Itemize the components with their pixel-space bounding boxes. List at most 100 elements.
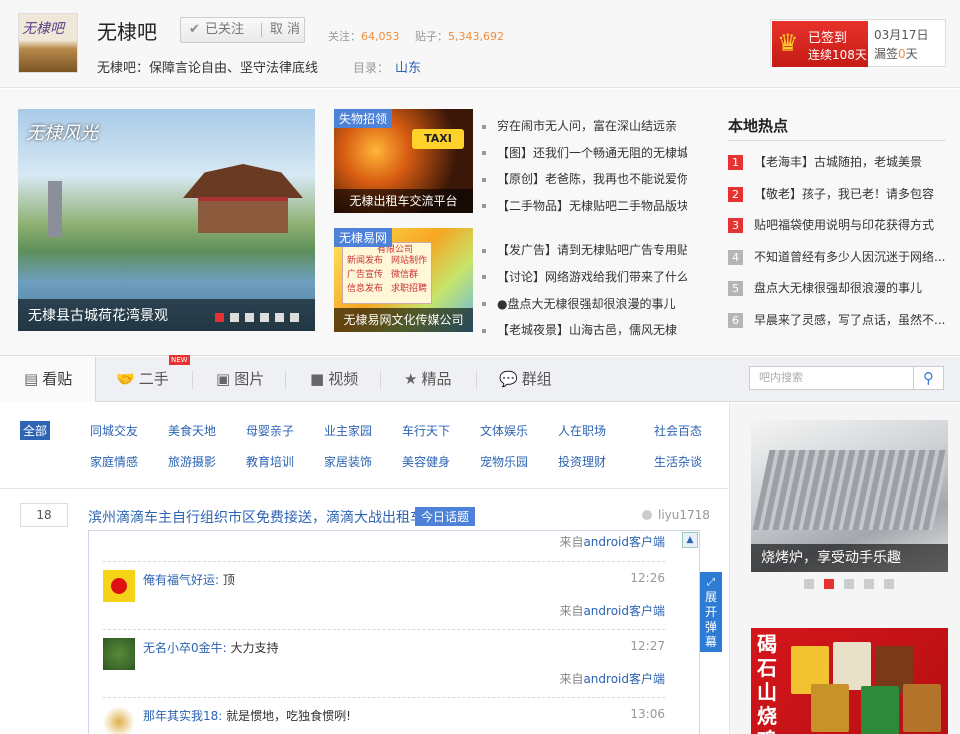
divider bbox=[103, 561, 665, 562]
search-input[interactable]: 吧内搜索 bbox=[749, 366, 914, 390]
avatar[interactable] bbox=[103, 638, 135, 670]
posts-stat: 贴子：5,343,692 bbox=[415, 30, 504, 43]
photo-slider[interactable]: 无棣风光 无棣县古城荷花湾景观 bbox=[18, 109, 315, 331]
category-item[interactable]: 家居装饰 bbox=[324, 453, 372, 470]
news-item[interactable]: 【图】还我们一个畅通无阻的无棣城 bbox=[482, 140, 687, 167]
tab-pictures[interactable]: ▣ 图片 bbox=[216, 357, 264, 402]
thread-author[interactable]: liyu1718 bbox=[642, 508, 710, 522]
category-item[interactable]: 旅游摄影 bbox=[168, 453, 216, 470]
news-item[interactable]: 【讨论】网络游戏给我们带来了什么 bbox=[482, 264, 687, 291]
thumb-tag: 无棣易网 bbox=[334, 228, 393, 247]
news-item[interactable]: 【原创】老爸陈，我再也不能说爱你 bbox=[482, 166, 687, 193]
news-item[interactable]: 穷在闹市无人问，富在深山结远亲 bbox=[482, 113, 687, 140]
thread-item: 18 滨州滴滴车主自行组织市区免费接送，滴滴大战出租车 今日话题 liyu171… bbox=[0, 490, 728, 734]
hot-item[interactable]: 5 盘点大无棣很强却很浪漫的事儿 bbox=[728, 273, 946, 305]
tab-groups[interactable]: 💬 群组 bbox=[499, 357, 552, 402]
tab-featured[interactable]: ★ 精品 bbox=[404, 357, 451, 402]
slider-caption-bar: 无棣县古城荷花湾景观 bbox=[18, 299, 315, 331]
category-item[interactable]: 美容健身 bbox=[402, 453, 450, 470]
divider bbox=[103, 697, 665, 698]
category-item[interactable]: 文体娱乐 bbox=[480, 422, 528, 439]
star-icon: ★ bbox=[404, 370, 418, 388]
hot-item[interactable]: 2 【敬老】孩子，我已老！请多包容 bbox=[728, 179, 946, 211]
hot-item[interactable]: 4 不知道曾经有多少人因沉迷于网络... bbox=[728, 242, 946, 274]
hot-title: 本地热点 bbox=[728, 115, 946, 141]
thumb-media[interactable]: 有限公司 新闻发布 网站制作 广告宣传 微信群 信息发布 求职招聘 无棣易网 无棣易网… bbox=[334, 228, 473, 332]
category-item[interactable]: 母婴亲子 bbox=[246, 422, 294, 439]
ad-caption[interactable]: 烧烤炉，享受动手乐趣 bbox=[751, 544, 948, 572]
thumb-caption[interactable]: 无棣出租车交流平台 bbox=[334, 189, 473, 213]
slider-dot[interactable] bbox=[275, 313, 284, 322]
slider-dot[interactable] bbox=[245, 313, 254, 322]
category-item[interactable]: 同城交友 bbox=[90, 422, 138, 439]
category-item[interactable]: 教育培训 bbox=[246, 453, 294, 470]
thread-title-link[interactable]: 滨州滴滴车主自行组织市区免费接送，滴滴大战出租车 bbox=[88, 507, 424, 527]
image-icon: ▣ bbox=[216, 370, 231, 388]
search-icon[interactable]: ⚲ bbox=[914, 366, 944, 390]
slider-dot[interactable] bbox=[215, 313, 224, 322]
news-item[interactable]: 【二手物品】无棣贴吧二手物品版块 bbox=[482, 193, 687, 220]
ad-bbq[interactable]: 烧烤炉，享受动手乐趣 bbox=[751, 420, 948, 572]
today-topic-badge[interactable]: 今日话题 bbox=[415, 507, 476, 526]
category-item[interactable]: 宠物乐园 bbox=[480, 453, 528, 470]
reply-time: 12:27 bbox=[630, 639, 665, 653]
tab-video[interactable]: ■ 视频 bbox=[310, 357, 358, 402]
ad-dot[interactable] bbox=[804, 579, 814, 589]
ad-dot[interactable] bbox=[884, 579, 894, 589]
reply-user[interactable]: 那年其实我18: bbox=[143, 709, 222, 723]
hot-item[interactable]: 1 【老海丰】古城随拍，老城美景 bbox=[728, 147, 946, 179]
news-item[interactable]: 【老城夜景】山海古邑，儒风无棣 bbox=[482, 317, 687, 344]
slider-dots bbox=[215, 311, 305, 325]
avatar[interactable] bbox=[103, 706, 135, 734]
category-item[interactable]: 生活杂谈 bbox=[654, 453, 702, 470]
directory: 目录： 山东 bbox=[353, 61, 422, 76]
ad-food[interactable]: 碣石山烧鸡 bbox=[751, 628, 948, 734]
category-item[interactable]: 业主家园 bbox=[324, 422, 372, 439]
expand-danmaku-button[interactable]: ⤢ 展开弹幕 bbox=[700, 572, 722, 652]
category-item[interactable]: 社会百态 bbox=[654, 422, 702, 439]
category-all[interactable]: 全部 bbox=[20, 421, 51, 440]
sign-status: 已签到 bbox=[808, 31, 848, 46]
tab-posts[interactable]: ▤ 看贴 bbox=[0, 357, 96, 402]
divider bbox=[192, 371, 193, 389]
thumb-caption[interactable]: 无棣易网文化传媒公司 bbox=[334, 308, 473, 332]
reply-user[interactable]: 俺有福气好运: bbox=[143, 573, 219, 587]
scroll-up-icon[interactable]: ▲ bbox=[682, 532, 698, 548]
slider-dot[interactable] bbox=[260, 313, 269, 322]
tab-secondhand[interactable]: 🤝 二手 bbox=[116, 357, 169, 402]
taxi-sign: TAXI bbox=[412, 129, 464, 149]
avatar[interactable] bbox=[103, 570, 135, 602]
sign-in-button[interactable]: ♛ 已签到 连续108天 bbox=[772, 21, 868, 67]
news-item[interactable]: ●盘点大无棣很强却很浪漫的事儿 bbox=[482, 291, 687, 318]
reply-stream[interactable]: ▲ 来自android客户端 俺有福气好运: 顶 12:26 来自android… bbox=[88, 530, 700, 734]
slider-caption[interactable]: 无棣县古城荷花湾景观 bbox=[28, 305, 168, 325]
reply-content: 那年其实我18: 就是惯地，吃独食惯咧! bbox=[143, 709, 351, 723]
tab-bar: ▤ 看贴 🤝 二手 NEW ▣ 图片 ■ 视频 ★ 精品 💬 群组 吧内搜索 ⚲ bbox=[0, 355, 960, 402]
forum-name[interactable]: 无棣吧 bbox=[97, 16, 157, 45]
package-shape bbox=[811, 684, 849, 732]
hot-item[interactable]: 6 早晨来了灵感，写了点话，虽然不... bbox=[728, 305, 946, 337]
category-item[interactable]: 家庭情感 bbox=[90, 453, 138, 470]
forum-logo[interactable]: 无棣吧 bbox=[18, 13, 78, 73]
slider-dot[interactable] bbox=[290, 313, 299, 322]
handshake-icon: 🤝 bbox=[116, 370, 135, 388]
forum-slogan: 无棣吧：保障言论自由、坚守法律底线 bbox=[97, 61, 319, 76]
ad-dot[interactable] bbox=[864, 579, 874, 589]
category-item[interactable]: 美食天地 bbox=[168, 422, 216, 439]
news-item[interactable]: 【发广告】请到无棣贴吧广告专用贴 bbox=[482, 237, 687, 264]
category-item[interactable]: 人在职场 bbox=[558, 422, 606, 439]
ad-dot[interactable] bbox=[824, 579, 834, 589]
unfollow-button[interactable]: 取 消 bbox=[265, 18, 305, 42]
category-item[interactable]: 投资理财 bbox=[558, 453, 606, 470]
slider-dot[interactable] bbox=[230, 313, 239, 322]
follow-button[interactable]: ✔ 已关注 取 消 bbox=[180, 17, 305, 43]
ad-dot[interactable] bbox=[844, 579, 854, 589]
hot-item[interactable]: 3 贴吧福袋使用说明与印花获得方式 bbox=[728, 210, 946, 242]
new-badge: NEW bbox=[169, 355, 190, 365]
divider bbox=[285, 371, 286, 389]
reply-user[interactable]: 无名小卒0金牛: bbox=[143, 641, 227, 655]
thumb-taxi[interactable]: TAXI 失物招领 无棣出租车交流平台 bbox=[334, 109, 473, 213]
sign-streak: 连续108天 bbox=[808, 48, 867, 62]
directory-link[interactable]: 山东 bbox=[395, 61, 421, 76]
category-item[interactable]: 车行天下 bbox=[402, 422, 450, 439]
